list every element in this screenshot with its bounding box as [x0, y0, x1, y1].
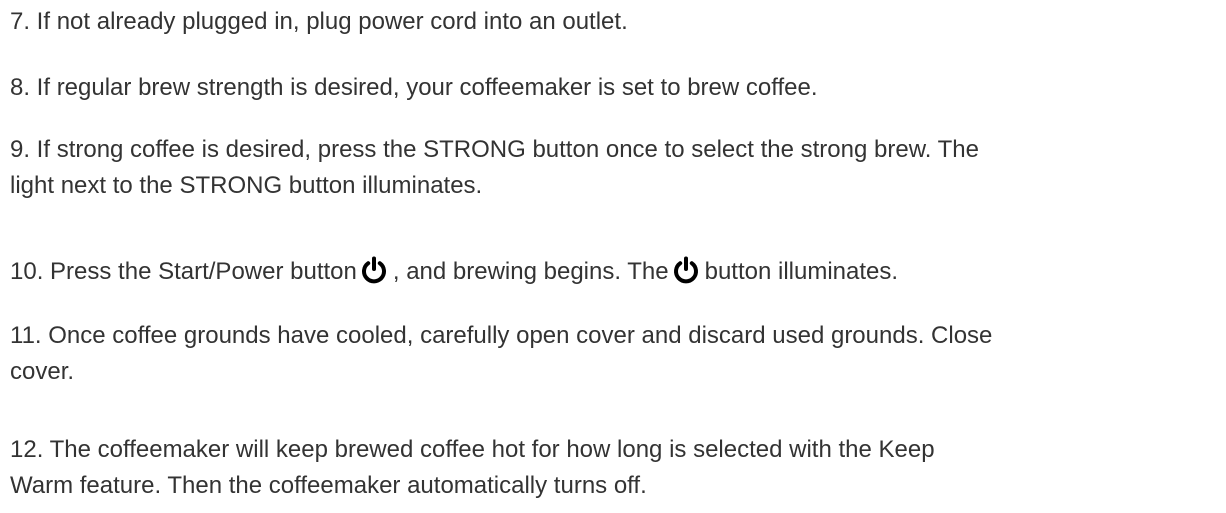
- step-11-text-line2: cover.: [10, 358, 75, 385]
- step-10-text-part2: , and brewing begins. The: [392, 258, 669, 285]
- step-11-text-line1: 11. Once coffee grounds have cooled, car…: [10, 322, 993, 349]
- step-11: 11. Once coffee grounds have cooled, car…: [10, 318, 992, 390]
- step-12: 12. The coffeemaker will keep brewed cof…: [10, 432, 935, 504]
- step-10-text-part3: button illuminates.: [704, 258, 899, 285]
- step-9-text-line2: light next to the STRONG button illumina…: [10, 172, 483, 199]
- step-10-text-part1: 10. Press the Start/Power button: [10, 258, 357, 285]
- step-10: 10. Press the Start/Power button , and br…: [10, 254, 898, 290]
- step-7: 7. If not already plugged in, plug power…: [10, 4, 628, 40]
- step-8: 8. If regular brew strength is desired, …: [10, 70, 818, 106]
- power-icon: [671, 255, 701, 285]
- step-9: 9. If strong coffee is desired, press th…: [10, 132, 979, 204]
- step-12-text-line1: 12. The coffeemaker will keep brewed cof…: [10, 436, 935, 463]
- step-12-text-line2: Warm feature. Then the coffeemaker autom…: [10, 472, 647, 499]
- step-9-text-line1: 9. If strong coffee is desired, press th…: [10, 136, 979, 163]
- power-icon: [359, 255, 389, 285]
- step-7-text: 7. If not already plugged in, plug power…: [10, 8, 628, 35]
- step-8-text: 8. If regular brew strength is desired, …: [10, 74, 818, 101]
